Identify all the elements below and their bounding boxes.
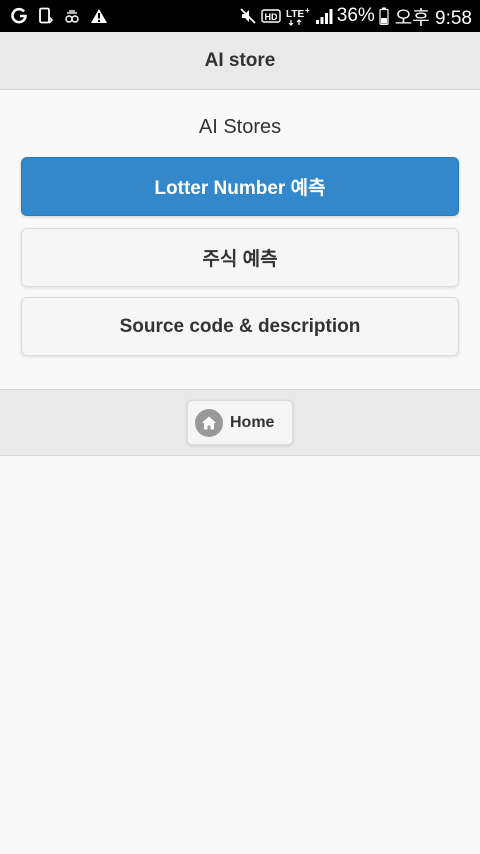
lte-plus-icon: LTE + [285, 6, 311, 26]
recycle-icon [64, 8, 80, 24]
clock: 오후 9:58 [394, 7, 472, 29]
home-label: Home [230, 413, 275, 431]
hd-icon: HD [261, 8, 281, 24]
lotto-prediction-button[interactable]: Lotter Number 예측 [21, 157, 459, 216]
footer-bar: Home [0, 389, 480, 456]
svg-text:HD: HD [264, 12, 277, 22]
status-bar: HD LTE + 36% 오후 9:58 [0, 0, 480, 32]
page-title: AI store [204, 49, 276, 71]
content-heading: AI Stores [198, 116, 282, 138]
lotto-prediction-label: Lotter Number 예측 [154, 178, 326, 199]
status-bar-left [10, 7, 118, 25]
app-header: AI store [0, 32, 480, 90]
battery-percent: 36% [336, 5, 375, 26]
source-code-label: Source code & description [119, 315, 361, 337]
status-bar-right: HD LTE + 36% 오후 9:58 [235, 3, 472, 30]
home-button[interactable]: Home [187, 400, 293, 445]
stock-prediction-label: 주식 예측 [202, 249, 278, 270]
phone-frame-icon [38, 7, 54, 25]
mute-icon [239, 7, 257, 25]
svg-text:+: + [305, 6, 310, 15]
g-app-icon [10, 7, 28, 25]
home-icon [195, 408, 223, 437]
battery-icon [379, 7, 389, 25]
signal-icon [315, 7, 333, 25]
svg-text:LTE: LTE [286, 9, 304, 20]
source-code-button[interactable]: Source code & description [21, 297, 459, 356]
warning-icon [90, 8, 108, 24]
stock-prediction-button[interactable]: 주식 예측 [21, 228, 459, 287]
